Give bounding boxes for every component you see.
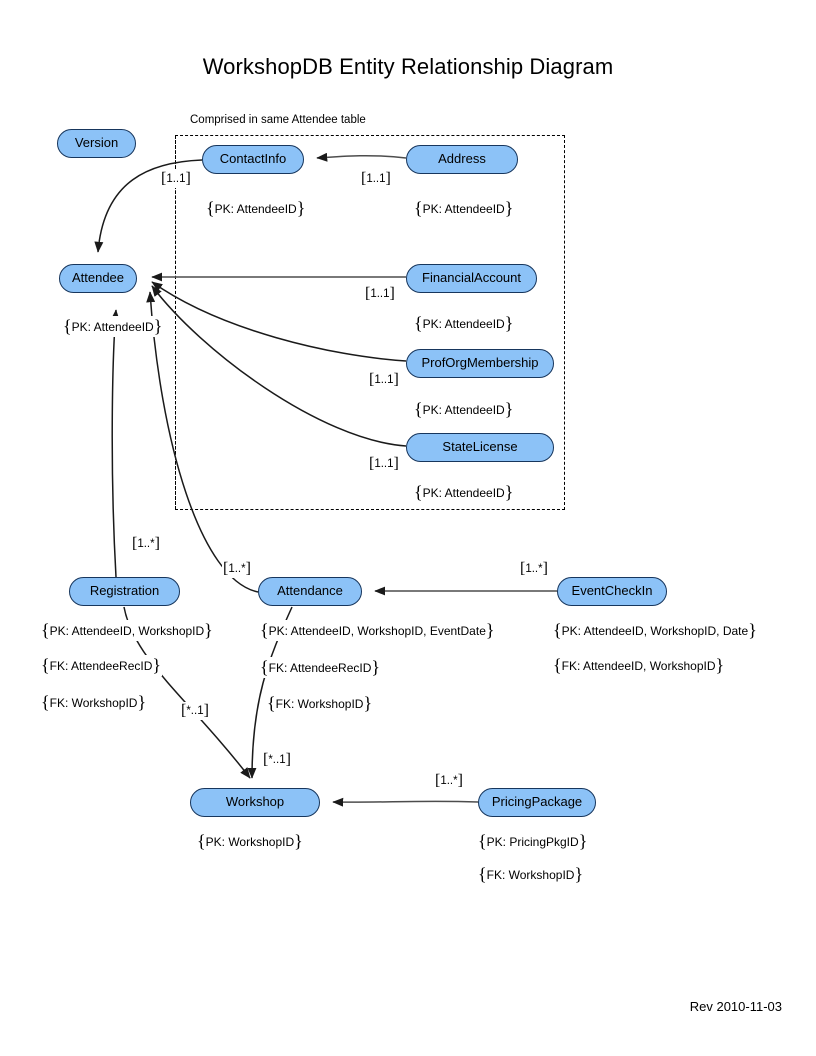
- revision-note: Rev 2010-11-03: [689, 999, 782, 1014]
- cardinality-text: 1..1: [374, 374, 394, 386]
- cardinality-eventcheckin-attendance: [1..*]: [519, 560, 549, 578]
- keylabel-text: PK: AttendeeID: [422, 202, 505, 216]
- keylabel-contactinfo-pk: {PK: AttendeeID}: [205, 198, 307, 219]
- entity-address[interactable]: Address: [406, 145, 518, 174]
- cardinality-pricingpackage-workshop: [1..*]: [434, 772, 464, 790]
- keylabel-text: PK: AttendeeID, WorkshopID, Date: [561, 624, 749, 638]
- entity-eventcheckin[interactable]: EventCheckIn: [557, 577, 667, 606]
- cardinality-text: 1..1: [366, 173, 386, 185]
- keylabel-text: FK: WorkshopID: [275, 697, 364, 711]
- cardinality-statelicense-attendee: [1..1]: [368, 455, 400, 473]
- entity-pricingpackage[interactable]: PricingPackage: [478, 788, 596, 817]
- keylabel-address-pk: {PK: AttendeeID}: [413, 198, 515, 219]
- entity-financialaccount[interactable]: FinancialAccount: [406, 264, 537, 293]
- edge-pricingpackage-workshop: [332, 797, 479, 807]
- cardinality-registration-workshop: [*..1]: [180, 702, 210, 720]
- entity-contactinfo[interactable]: ContactInfo: [202, 145, 304, 174]
- cardinality-text: 1..1: [166, 173, 186, 185]
- cardinality-financialaccount-attendee: [1..1]: [364, 285, 396, 303]
- keylabel-workshop-pk: {PK: WorkshopID}: [196, 831, 304, 852]
- cardinality-text: 1..*: [440, 775, 458, 787]
- edge-address-contactinfo: [316, 152, 407, 162]
- keylabel-text: PK: AttendeeID: [422, 403, 505, 417]
- entity-attendance[interactable]: Attendance: [258, 577, 362, 606]
- edge-registration-attendee: [110, 309, 120, 578]
- cardinality-text: 1..1: [374, 458, 394, 470]
- keylabel-pricingpackage-pk: {PK: PricingPkgID}: [477, 831, 589, 852]
- cardinality-text: 1..*: [525, 563, 543, 575]
- edge-attendance-attendee: [146, 291, 259, 593]
- keylabel-attendance-fk1: {FK: AttendeeRecID}: [259, 657, 382, 678]
- cardinality-text: 1..*: [137, 538, 155, 550]
- keylabel-attendee-pk: {PK: AttendeeID}: [62, 316, 164, 337]
- keylabel-text: PK: AttendeeID: [422, 486, 505, 500]
- keylabel-text: FK: AttendeeRecID: [268, 661, 372, 675]
- cardinality-attendance-workshop: [*..1]: [262, 751, 292, 769]
- cardinality-proforgmembership-attendee: [1..1]: [368, 371, 400, 389]
- keylabel-pricingpackage-fk: {FK: WorkshopID}: [477, 864, 585, 885]
- keylabel-registration-pk: {PK: AttendeeID, WorkshopID}: [40, 620, 214, 641]
- entity-statelicense[interactable]: StateLicense: [406, 433, 554, 462]
- keylabel-eventcheckin-fk: {FK: AttendeeID, WorkshopID}: [552, 655, 726, 676]
- entity-version[interactable]: Version: [57, 129, 136, 158]
- cardinality-text: 1..*: [228, 563, 246, 575]
- entity-attendee[interactable]: Attendee: [59, 264, 137, 293]
- cardinality-text: *..1: [268, 754, 286, 766]
- entity-workshop[interactable]: Workshop: [190, 788, 320, 817]
- cardinality-registration-attendee: [1..*]: [131, 535, 161, 553]
- keylabel-proforgmembership-pk: {PK: AttendeeID}: [413, 399, 515, 420]
- cardinality-contactinfo-attendee: [1..1]: [160, 170, 192, 188]
- keylabel-text: PK: AttendeeID: [214, 202, 297, 216]
- keylabel-text: PK: AttendeeID: [71, 320, 154, 334]
- keylabel-registration-fk2: {FK: WorkshopID}: [40, 692, 148, 713]
- keylabel-text: FK: AttendeeRecID: [49, 659, 153, 673]
- keylabel-registration-fk1: {FK: AttendeeRecID}: [40, 655, 163, 676]
- keylabel-statelicense-pk: {PK: AttendeeID}: [413, 482, 515, 503]
- keylabel-attendance-fk2: {FK: WorkshopID}: [266, 693, 374, 714]
- entity-registration[interactable]: Registration: [69, 577, 180, 606]
- cardinality-text: 1..1: [370, 288, 390, 300]
- keylabel-text: FK: AttendeeID, WorkshopID: [561, 659, 716, 673]
- keylabel-text: PK: AttendeeID, WorkshopID: [49, 624, 205, 638]
- keylabel-text: PK: PricingPkgID: [486, 835, 579, 849]
- keylabel-text: PK: AttendeeID: [422, 317, 505, 331]
- edge-statelicense-attendee: [151, 285, 407, 447]
- cardinality-attendance-attendee: [1..*]: [222, 560, 252, 578]
- keylabel-attendance-pk: {PK: AttendeeID, WorkshopID, EventDate}: [259, 620, 496, 641]
- keylabel-eventcheckin-pk: {PK: AttendeeID, WorkshopID, Date}: [552, 620, 758, 641]
- cardinality-address-contactinfo: [1..1]: [360, 170, 392, 188]
- keylabel-financialaccount-pk: {PK: AttendeeID}: [413, 313, 515, 334]
- er-diagram-page: WorkshopDB Entity Relationship Diagram C…: [0, 0, 816, 1056]
- keylabel-text: FK: WorkshopID: [49, 696, 138, 710]
- cardinality-text: *..1: [186, 705, 204, 717]
- keylabel-text: FK: WorkshopID: [486, 868, 575, 882]
- keylabel-text: PK: AttendeeID, WorkshopID, EventDate: [268, 624, 486, 638]
- keylabel-text: PK: WorkshopID: [205, 835, 295, 849]
- entity-proforgmembership[interactable]: ProfOrgMembership: [406, 349, 554, 378]
